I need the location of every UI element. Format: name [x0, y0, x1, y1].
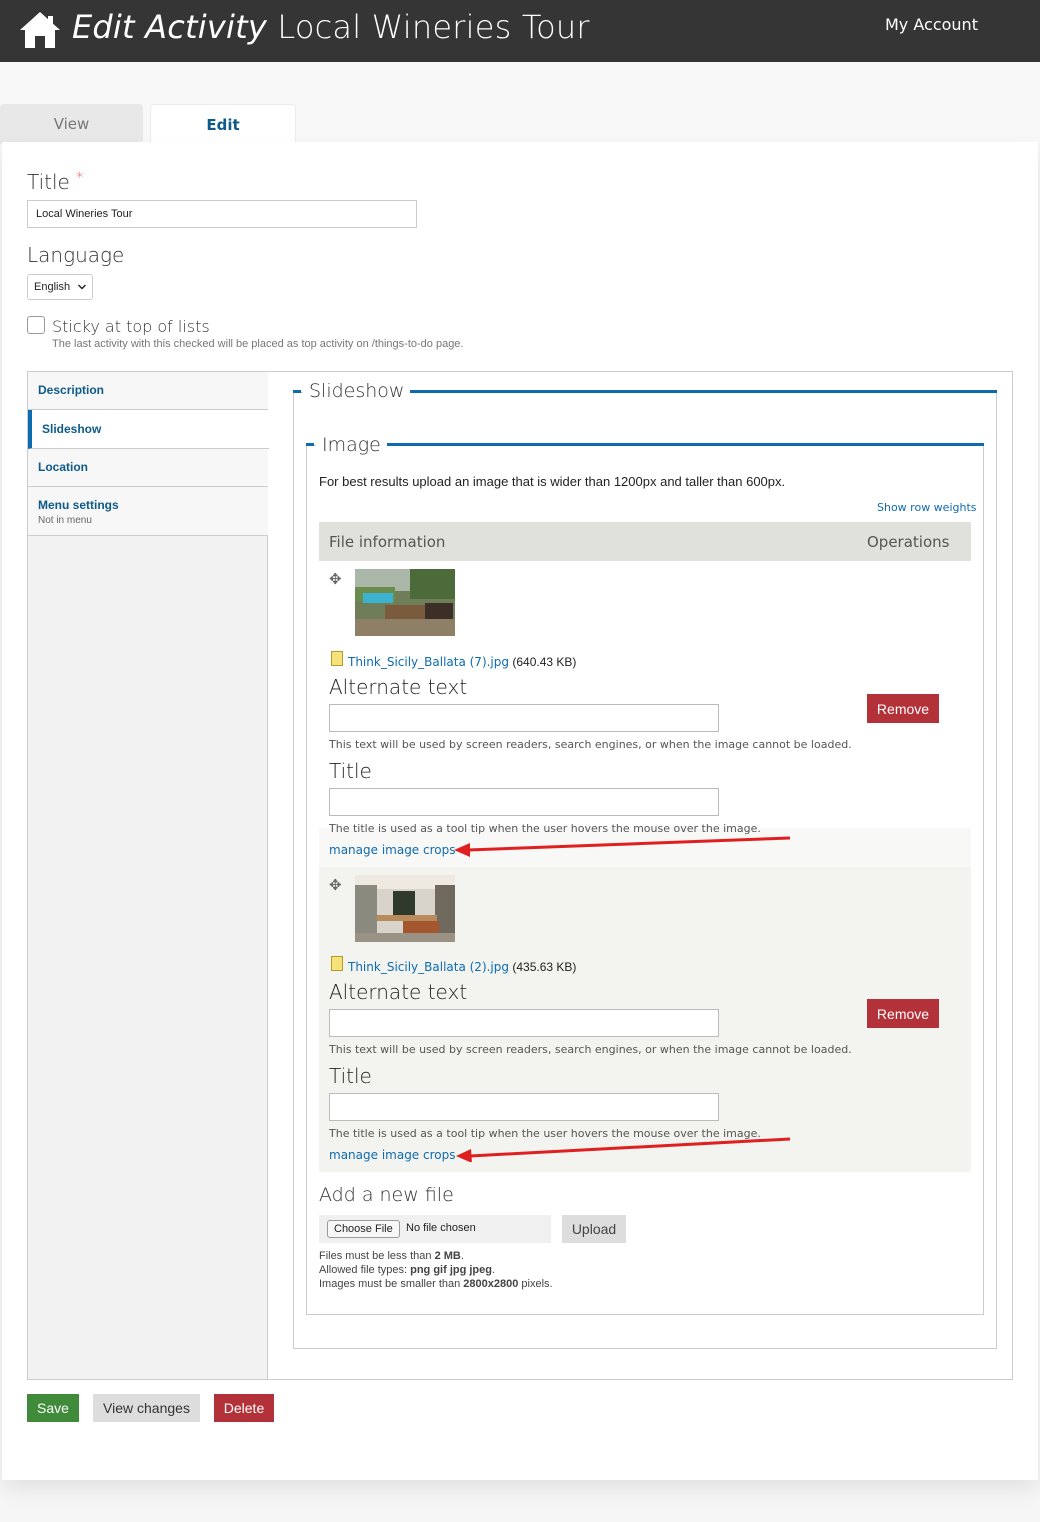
language-label: Language — [27, 243, 125, 267]
dimensions-limit-prefix: Images must be smaller than — [319, 1278, 464, 1290]
manage-image-crops-link[interactable]: manage image crops — [329, 1148, 456, 1162]
vertical-tab-description-label: Description — [38, 383, 105, 397]
vertical-tab-slideshow[interactable]: Slideshow — [28, 410, 269, 449]
sticky-description: The last activity with this checked will… — [52, 338, 464, 350]
vertical-tabs-menu: Description Slideshow Location Menu sett… — [28, 372, 269, 1379]
types-limit-prefix: Allowed file types: — [319, 1264, 411, 1276]
vertical-tab-menu-settings-label: Menu settings — [38, 498, 119, 512]
image-legend-tick — [306, 443, 314, 446]
page-title-prefix: Edit Activity — [72, 8, 267, 46]
language-select-value: English — [34, 281, 71, 293]
types-limit: Allowed file types: png gif jpg jpeg. — [319, 1263, 553, 1277]
annotation-arrow-icon — [454, 836, 791, 857]
save-button[interactable]: Save — [27, 1394, 79, 1422]
remove-button[interactable]: Remove — [867, 999, 939, 1028]
title-input[interactable]: Local Wineries Tour — [27, 200, 417, 228]
upload-button[interactable]: Upload — [562, 1215, 626, 1243]
vertical-tab-location[interactable]: Location — [28, 449, 268, 487]
types-limit-value: png gif jpg jpeg — [410, 1264, 492, 1276]
header-operations: Operations — [867, 533, 950, 551]
image-legend-line — [379, 443, 984, 446]
file-size: (640.43 KB) — [512, 655, 577, 669]
file-name-row-1: Think_Sicily_Ballata (7).jpg (640.43 KB) — [348, 655, 576, 669]
alt-text-description: This text will be used by screen readers… — [329, 1043, 852, 1056]
top-bar: Edit Activity Local Wineries Tour My Acc… — [0, 0, 1040, 62]
no-file-chosen-text: No file chosen — [406, 1222, 476, 1234]
required-mark: * — [76, 170, 84, 186]
vertical-tab-menu-settings-summary: Not in menu — [38, 515, 92, 526]
slideshow-legend-tick — [293, 390, 301, 393]
page-title: Edit Activity Local Wineries Tour — [72, 8, 590, 46]
header-file-information: File information — [329, 533, 446, 551]
vertical-tab-location-label: Location — [38, 460, 88, 474]
annotation-arrow-icon — [456, 1137, 791, 1162]
page-title-name: Local Wineries Tour — [277, 8, 590, 46]
size-limit-suffix: . — [460, 1250, 464, 1262]
chevron-down-icon — [78, 284, 86, 290]
vertical-tab-description[interactable]: Description — [28, 372, 268, 410]
alt-text-input[interactable] — [329, 704, 719, 732]
thumbnail-terrace-image — [355, 569, 455, 636]
dimensions-limit-value: 2800x2800 — [463, 1278, 519, 1290]
add-new-file-label: Add a new file — [319, 1184, 454, 1206]
image-thumbnail — [355, 875, 455, 942]
choose-file-button[interactable]: Choose File — [327, 1220, 400, 1238]
thumbnail-interior-image — [355, 875, 455, 942]
vertical-tab-slideshow-label: Slideshow — [42, 422, 102, 436]
alt-text-label: Alternate text — [329, 675, 468, 699]
show-row-weights-link[interactable]: Show row weights — [877, 501, 977, 514]
dimensions-limit: Images must be smaller than 2800x2800 pi… — [319, 1277, 553, 1291]
size-limit-prefix: Files must be less than — [319, 1250, 435, 1262]
alt-text-description: This text will be used by screen readers… — [329, 738, 852, 751]
sticky-checkbox[interactable] — [27, 316, 45, 334]
alt-text-input[interactable] — [329, 1009, 719, 1037]
alt-text-label: Alternate text — [329, 980, 468, 1004]
files-table-header: File information Operations — [319, 522, 971, 561]
my-account-link[interactable]: My Account — [885, 15, 978, 34]
image-file-icon — [331, 956, 343, 971]
image-title-label: Title — [329, 759, 372, 783]
image-title-input[interactable] — [329, 788, 719, 816]
slideshow-legend: Slideshow — [303, 380, 411, 402]
file-input[interactable]: Choose File No file chosen — [319, 1215, 551, 1243]
file-name-row-2: Think_Sicily_Ballata (2).jpg (435.63 KB) — [348, 960, 576, 974]
slideshow-legend-line — [401, 390, 997, 393]
image-legend: Image — [316, 434, 387, 456]
language-select[interactable]: English — [27, 274, 93, 300]
sticky-label[interactable]: Sticky at top of lists — [52, 317, 210, 336]
view-changes-button[interactable]: View changes — [93, 1394, 200, 1422]
file-size: (435.63 KB) — [512, 960, 577, 974]
vertical-tab-menu-settings[interactable]: Menu settings Not in menu — [28, 487, 268, 536]
title-label: Title * — [27, 170, 83, 194]
drag-handle-icon[interactable]: ✥ — [329, 570, 342, 588]
upload-limits: Files must be less than 2 MB. Allowed fi… — [319, 1249, 553, 1291]
image-thumbnail — [355, 569, 455, 636]
image-file-icon — [331, 651, 343, 666]
manage-image-crops-link[interactable]: manage image crops — [329, 843, 456, 857]
home-icon[interactable] — [19, 10, 61, 50]
file-link[interactable]: Think_Sicily_Ballata (7).jpg — [348, 655, 509, 669]
tab-edit[interactable]: Edit — [150, 104, 296, 144]
drag-handle-icon[interactable]: ✥ — [329, 876, 342, 894]
remove-button[interactable]: Remove — [867, 694, 939, 723]
image-title-input[interactable] — [329, 1093, 719, 1121]
file-link[interactable]: Think_Sicily_Ballata (2).jpg — [348, 960, 509, 974]
dimensions-limit-suffix: pixels. — [518, 1278, 553, 1290]
types-limit-suffix: . — [491, 1264, 496, 1276]
tab-view[interactable]: View — [0, 104, 143, 144]
image-help-text: For best results upload an image that is… — [319, 474, 786, 489]
size-limit: Files must be less than 2 MB. — [319, 1249, 553, 1263]
image-title-label: Title — [329, 1064, 372, 1088]
title-label-text: Title — [27, 170, 70, 194]
size-limit-value: 2 MB — [434, 1250, 461, 1262]
delete-button[interactable]: Delete — [214, 1394, 274, 1422]
